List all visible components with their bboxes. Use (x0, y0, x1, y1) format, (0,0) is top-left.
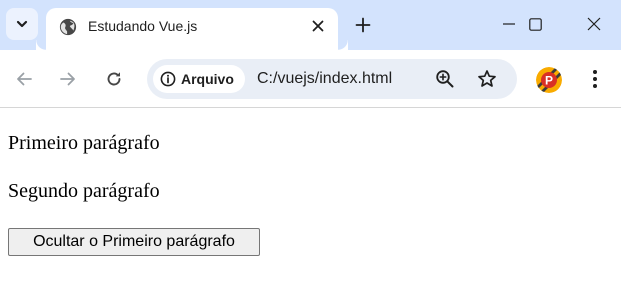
maximize-button[interactable] (511, 2, 559, 46)
site-info-chip[interactable]: Arquivo (153, 65, 245, 93)
profile-icon: P (536, 67, 562, 93)
tab-title: Estudando Vue.js (88, 18, 198, 34)
reload-button[interactable] (100, 65, 128, 93)
close-tab-button[interactable] (308, 16, 328, 36)
globe-icon (59, 18, 77, 36)
back-button[interactable] (10, 65, 38, 93)
security-chip-label: Arquivo (181, 71, 234, 87)
active-tab[interactable]: Estudando Vue.js (46, 8, 348, 50)
address-bar[interactable]: Arquivo C:/vuejs/index.html (147, 59, 517, 99)
reload-icon (107, 72, 121, 86)
close-window-button[interactable] (570, 2, 618, 46)
second-paragraph: Segundo parágrafo (8, 180, 160, 202)
zoom-in-icon (436, 70, 454, 88)
first-paragraph: Primeiro parágrafo (8, 132, 160, 154)
arrow-left-icon (17, 72, 32, 86)
hide-first-paragraph-button[interactable]: Ocultar o Primeiro parágrafo (8, 228, 260, 256)
close-icon (312, 20, 324, 32)
close-icon (587, 17, 601, 31)
chevron-down-icon (16, 20, 28, 28)
url-text[interactable]: C:/vuejs/index.html (257, 70, 392, 88)
arrow-right-icon (60, 72, 75, 86)
plus-icon (355, 17, 371, 33)
star-icon (478, 70, 496, 87)
browser-toolbar: Arquivo C:/vuejs/index.html P (0, 50, 621, 108)
tab-strip: Estudando Vue.js (0, 0, 621, 50)
profile-initial: P (545, 74, 553, 88)
profile-avatar[interactable]: P (536, 67, 562, 93)
new-tab-button[interactable] (350, 12, 376, 38)
info-icon (160, 71, 176, 87)
forward-button[interactable] (54, 65, 82, 93)
bookmark-button[interactable] (475, 67, 499, 91)
browser-menu-button[interactable] (582, 65, 608, 93)
maximize-icon (528, 17, 542, 31)
zoom-button[interactable] (433, 67, 457, 91)
page-content: Primeiro parágrafo Segundo parágrafo Ocu… (0, 109, 621, 290)
kebab-menu-icon (593, 70, 597, 88)
tab-search-button[interactable] (6, 8, 38, 40)
